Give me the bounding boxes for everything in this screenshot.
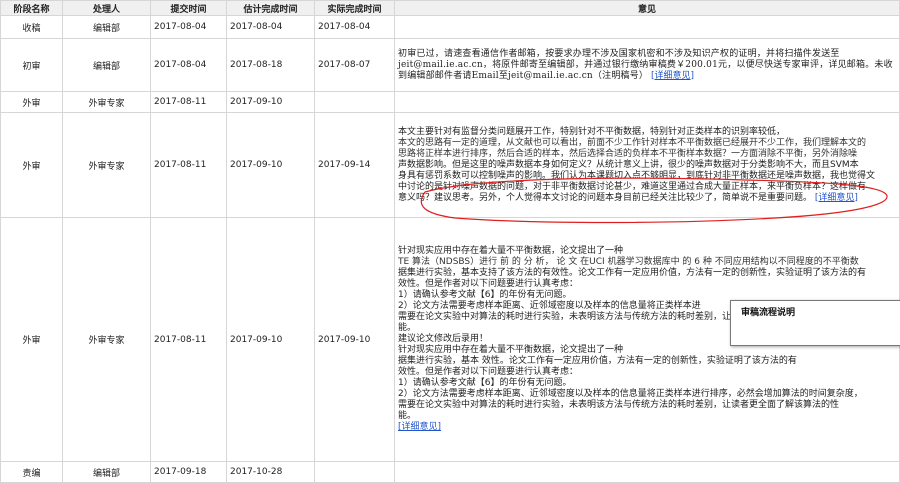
handler-cell: 编辑部: [62, 461, 151, 483]
opinion-text: 意义吗？建议思考。另外，个人觉得本文讨论的问题本身目前已经关注比较少了，简单说不…: [398, 192, 813, 203]
detail-opinion-link[interactable]: [详细意见]: [398, 422, 441, 432]
submitted-cell: 2017-08-04: [150, 38, 227, 92]
opinion-cell: [394, 461, 900, 483]
handler-cell: 外审专家: [62, 112, 151, 218]
opinion-line: 本文的思路有一定的道理，从文献也可以看出，前面不少工作针对样本不平衡数据已经展开…: [398, 137, 867, 148]
opinion-line: 据集进行实验，基本 效性。论文工作有一定应用价值，方法有一定的创新性，实验证明了…: [398, 356, 797, 366]
opinion-line: [详细意见]: [398, 422, 896, 433]
submitted-cell: 2017-08-11: [150, 217, 227, 462]
actual-cell: [314, 461, 395, 483]
actual-cell: 2017-09-14: [314, 112, 395, 218]
stage-cell: 外审: [0, 91, 63, 113]
handler-cell: 外审专家: [62, 91, 151, 113]
opinion-line: 能。: [398, 411, 417, 421]
detail-opinion-link[interactable]: [详细意见]: [815, 193, 858, 203]
stage-cell: 初审: [0, 38, 63, 92]
opinion-cell: [394, 15, 900, 39]
submitted-cell: 2017-08-11: [150, 91, 227, 113]
opinion-line: 针对现实应用中存在着大量不平衡数据，论文提出了一种: [398, 246, 624, 256]
opinion-line: 2）论文方法需要考虑样本距离、近邻域密度以及样本的信息量将正类样本进行排序，必然…: [398, 389, 863, 399]
table-row: 外审 外审专家 2017-08-11 2017-09-10 2017-09-14…: [0, 112, 900, 218]
header-handler: 处理人: [62, 0, 151, 16]
estimated-cell: 2017-08-18: [226, 38, 315, 92]
handler-cell: 外审专家: [62, 217, 151, 462]
table-row: 责编 编辑部 2017-09-18 2017-10-28: [0, 461, 900, 483]
opinion-text: 初审已过，请速查看通信作者邮箱，按要求办理不涉及国家机密和不涉及知识产权的证明，…: [398, 48, 893, 81]
review-history-table: 阶段名称 处理人 提交时间 估计完成时间 实际完成时间 意见 收稿 编辑部 20…: [0, 0, 900, 483]
opinion-cell: 本文主要针对有监督分类问题展开工作，特别针对不平衡数据，特别针对正类样本的识别率…: [394, 112, 900, 218]
header-actual: 实际完成时间: [314, 0, 395, 16]
stage-cell: 外审: [0, 217, 63, 462]
header-estimated: 估计完成时间: [226, 0, 315, 16]
actual-cell: 2017-08-04: [314, 15, 395, 39]
opinion-line: 意义吗？建议思考。另外，个人觉得本文讨论的问题本身目前已经关注比较少了，简单说不…: [398, 193, 896, 204]
handler-cell: 编辑部: [62, 38, 151, 92]
actual-cell: 2017-09-10: [314, 217, 395, 462]
handler-cell: 编辑部: [62, 15, 151, 39]
estimated-cell: 2017-08-04: [226, 15, 315, 39]
opinion-line: 1）请确认参考文献【6】的年份有无问题。: [398, 378, 572, 388]
submitted-cell: 2017-08-11: [150, 112, 227, 218]
table-row: 收稿 编辑部 2017-08-04 2017-08-04 2017-08-04: [0, 15, 900, 39]
table-row: 初审 编辑部 2017-08-04 2017-08-18 2017-08-07 …: [0, 38, 900, 92]
opinion-cell: [394, 91, 900, 113]
review-process-tooltip[interactable]: 审稿流程说明: [730, 300, 900, 346]
submitted-cell: 2017-08-04: [150, 15, 227, 39]
header-submitted: 提交时间: [150, 0, 227, 16]
opinion-line: 针对现实应用中存在着大量不平衡数据，论文提出了一种: [398, 345, 624, 355]
submitted-cell: 2017-09-18: [150, 461, 227, 483]
actual-cell: [314, 91, 395, 113]
opinion-line: 需要在论文实验中对算法的耗时进行实验，未表明该方法与传统方法的耗时差别，让读者更…: [398, 400, 840, 410]
opinion-line: 效性。但是作者对以下问题要进行认真考虑：: [398, 279, 579, 289]
header-stage: 阶段名称: [0, 0, 63, 16]
tooltip-title: 审稿流程说明: [741, 308, 796, 318]
estimated-cell: 2017-09-10: [226, 112, 315, 218]
opinion-cell: 初审已过，请速查看通信作者邮箱，按要求办理不涉及国家机密和不涉及知识产权的证明，…: [394, 38, 900, 92]
opinion-line: 据集进行实验，基本支持了该方法的有效性。论文工作有一定应用价值，方法有一定的创新…: [398, 268, 867, 278]
header-opinion: 意见: [394, 0, 900, 16]
actual-cell: 2017-08-07: [314, 38, 395, 92]
table-header-row: 阶段名称 处理人 提交时间 估计完成时间 实际完成时间 意见: [0, 0, 900, 16]
stage-cell: 责编: [0, 461, 63, 483]
estimated-cell: 2017-09-10: [226, 91, 315, 113]
opinion-line: TE 算法（NDSBS）进行 前 的 分 析， 论 文 在UCI 机器学习数据库…: [398, 257, 859, 267]
stage-cell: 收稿: [0, 15, 63, 39]
opinion-line: 身具有惩罚系数可以控制噪声的影响。我们认为本课题切入点不够明显，到底针对非平衡数…: [398, 170, 876, 181]
estimated-cell: 2017-10-28: [226, 461, 315, 483]
opinion-line: 本文主要针对有监督分类问题展开工作，特别针对不平衡数据，特别针对正类样本的识别率…: [398, 126, 786, 137]
opinion-line: 声数据影响。但是这里的噪声数据本身如何定义？从统计意义上讲，很少的噪声数据对于分…: [398, 159, 859, 170]
opinion-line: 效性。但是作者对以下问题要进行认真考虑：: [398, 367, 579, 377]
opinion-line: 思路将正样本进行排序，然后合适的样本，然后选择合适的负样本不平衡样本数据？一方面…: [398, 148, 858, 159]
stage-cell: 外审: [0, 112, 63, 218]
table-row: 外审 外审专家 2017-08-11 2017-09-10: [0, 91, 900, 113]
detail-opinion-link[interactable]: [详细意见]: [651, 71, 694, 81]
opinion-line: 中讨论的是针对噪声数据的问题，对于非平衡数据讨论甚少，难道这里通过合成大量正样本…: [398, 181, 867, 192]
estimated-cell: 2017-09-10: [226, 217, 315, 462]
